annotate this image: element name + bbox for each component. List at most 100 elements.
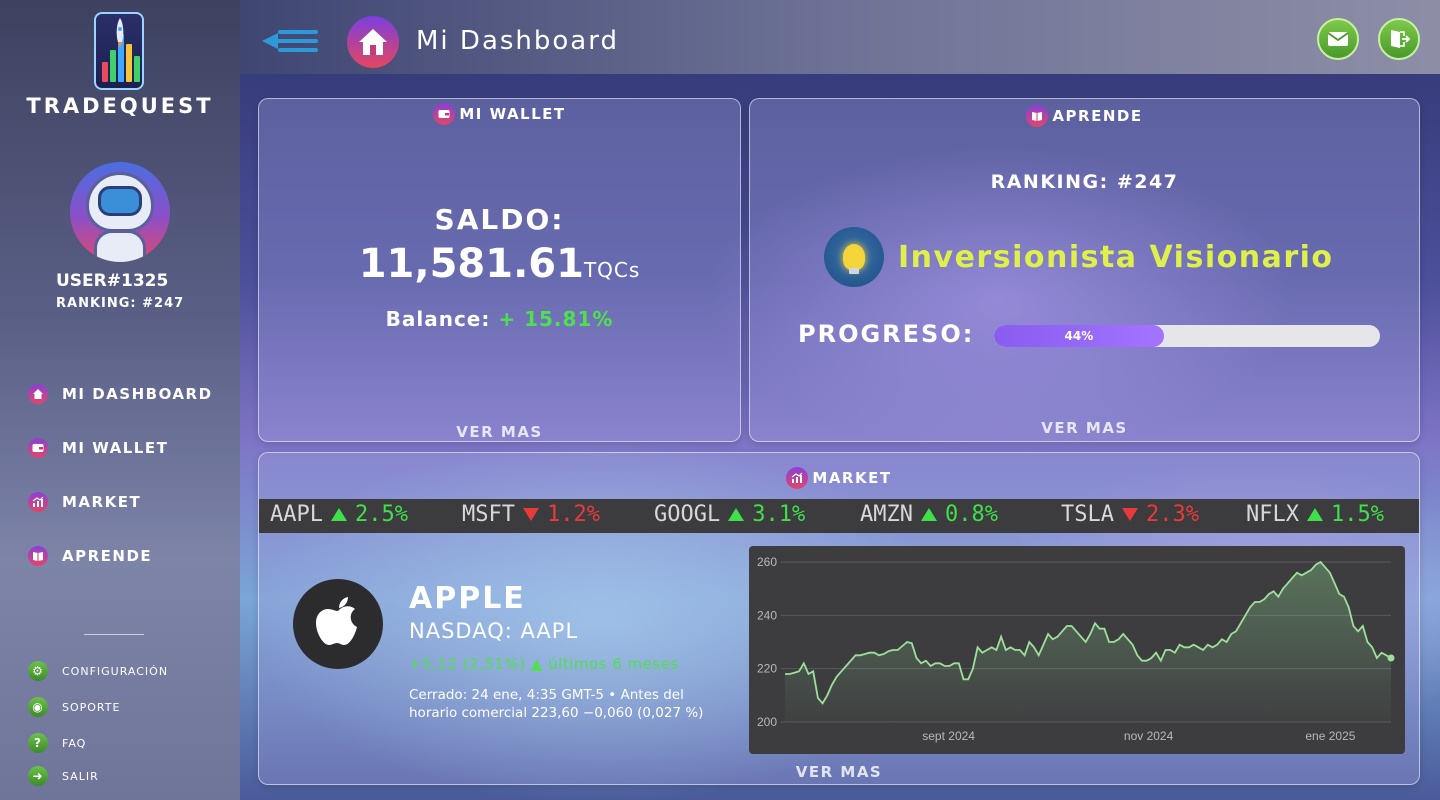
home-icon (28, 384, 48, 404)
chart-y-tick-label: 200 (757, 715, 777, 729)
nav-item-aprende[interactable]: APRENDE (28, 546, 152, 566)
book-icon (28, 546, 48, 566)
arrow-down-icon (522, 508, 539, 521)
balance-label: Balance: (385, 307, 491, 331)
brand-name: TRADEQUEST (26, 94, 214, 118)
arrow-up-icon (330, 508, 347, 521)
saldo-label: SALDO: (434, 203, 565, 236)
avatar-visor (98, 186, 142, 216)
chart-icon (28, 492, 48, 512)
avatar-body (94, 230, 146, 262)
stock-name: APPLE (409, 581, 526, 616)
ticker-item[interactable]: AAPL 2.5% (270, 502, 408, 527)
menu-line (278, 48, 318, 52)
sidebar: TRADEQUEST USER#1325 RANKING: #247 MI DA… (0, 0, 240, 800)
ticker-change: 3.1% (752, 502, 806, 527)
ticker-change: 2.3% (1145, 502, 1199, 527)
rocket-icon (116, 18, 124, 48)
nav-item-label: APRENDE (62, 547, 153, 565)
sidebar-item-label: SOPORTE (62, 700, 121, 714)
home-icon (347, 16, 399, 68)
gear-icon: ⚙ (28, 661, 48, 681)
chart-y-tick-label: 260 (757, 555, 777, 569)
nav-item-market[interactable]: MARKET (28, 492, 141, 512)
tradequest-logo[interactable] (94, 12, 144, 90)
market-card-title: MARKET (812, 469, 892, 487)
mail-button[interactable] (1317, 18, 1359, 60)
market-ver-mas-link[interactable]: VER MAS (259, 763, 1419, 781)
nav-item-label: MARKET (62, 493, 142, 511)
ticker-change: 0.8% (944, 502, 998, 527)
sidebar-item-soporte[interactable]: ◉ SOPORTE (28, 697, 120, 717)
question-icon: ? (28, 733, 48, 753)
stock-chart-svg: 200 220 240 260 sept 2024 nov 2024 ene 2025 (757, 555, 1395, 743)
ticker-symbol: TSLA (1061, 502, 1114, 527)
progress-text: 44% (1064, 329, 1094, 343)
arrow-up-icon (920, 508, 937, 521)
collapse-sidebar-button[interactable] (262, 28, 318, 54)
achievement: Inversionista Visionario (824, 227, 1334, 287)
aprende-card-header: APRENDE (750, 105, 1419, 127)
ticker-item[interactable]: TSLA 2.3% (1061, 502, 1199, 527)
logout-icon: ➜ (28, 766, 48, 786)
sidebar-item-configuracion[interactable]: ⚙ CONFIGURACIÓN (28, 661, 168, 681)
avatar[interactable] (70, 162, 170, 262)
saldo-amount: 11,581.61 (358, 241, 584, 287)
balance: Balance: + 15.81% (259, 307, 740, 331)
apple-logo-icon[interactable] (293, 579, 383, 669)
top-header: Mi Dashboard (240, 0, 1440, 74)
chart-y-tick-label: 240 (757, 608, 777, 622)
ticker-item[interactable]: GOOGL 3.1% (654, 502, 805, 527)
ticker-item[interactable]: AMZN 0.8% (860, 502, 998, 527)
chart-x-tick-label: sept 2024 (922, 729, 975, 743)
ticker-change: 1.5% (1330, 502, 1384, 527)
ticker-symbol: AMZN (860, 502, 913, 527)
nav-item-mi-dashboard[interactable]: MI DASHBOARD (28, 384, 213, 404)
sidebar-item-faq[interactable]: ? FAQ (28, 733, 86, 753)
chart-y-tick-label: 220 (757, 662, 777, 676)
nav-item-label: MI WALLET (62, 439, 169, 457)
progress-label: PROGRESO: (798, 320, 975, 348)
lightbulb-icon (824, 227, 884, 287)
wallet-ver-mas-link[interactable]: VER MAS (259, 423, 740, 441)
balance-value: + 15.81% (498, 307, 614, 331)
ticker-symbol: AAPL (270, 502, 323, 527)
aprende-ranking: RANKING: #247 (990, 171, 1179, 193)
arrow-down-icon (1121, 508, 1138, 521)
menu-line (278, 30, 318, 34)
ticker-change: 1.2% (546, 502, 600, 527)
sidebar-item-salir[interactable]: ➜ SALIR (28, 766, 99, 786)
stock-exchange: NASDAQ: AAPL (409, 619, 579, 643)
book-icon (1026, 105, 1049, 127)
exit-button[interactable] (1378, 18, 1420, 60)
wallet-icon (28, 438, 48, 458)
ticker-change: 2.5% (354, 502, 408, 527)
nav-item-mi-wallet[interactable]: MI WALLET (28, 438, 168, 458)
user-ranking: RANKING: #247 (56, 296, 185, 311)
chart-icon (786, 467, 809, 489)
username: USER#1325 (56, 271, 169, 291)
exit-icon (1391, 30, 1410, 48)
nav-item-label: MI DASHBOARD (62, 385, 213, 403)
page-title: Mi Dashboard (416, 26, 619, 56)
arrow-up-icon (728, 508, 745, 521)
wallet-card-header: MI WALLET (259, 103, 740, 125)
aprende-ver-mas-link[interactable]: VER MAS (750, 419, 1419, 437)
chart-last-point (1387, 654, 1395, 662)
market-card: MARKET AAPL 2.5% MSFT 1.2% GOOGL 3.1% AM… (258, 452, 1420, 785)
ticker-symbol: GOOGL (654, 502, 721, 527)
sidebar-divider (84, 634, 144, 635)
stock-chart[interactable]: 200 220 240 260 sept 2024 nov 2024 ene 2025 (749, 546, 1405, 754)
aprende-card-title: APRENDE (1052, 107, 1143, 125)
ticker-item[interactable]: NFLX 1.5% (1246, 502, 1384, 527)
support-icon: ◉ (28, 697, 48, 717)
stock-change: +5,12 (2,51%) ▲ últimos 6 meses (409, 655, 679, 673)
stock-closed-info: Cerrado: 24 ene, 4:35 GMT-5 • Antes del … (409, 687, 704, 721)
progress-bar: 44% (994, 325, 1380, 347)
chart-x-tick-label: ene 2025 (1305, 729, 1355, 743)
sidebar-item-label: FAQ (62, 736, 87, 750)
mail-icon (1327, 32, 1349, 46)
ticker-item[interactable]: MSFT 1.2% (462, 502, 600, 527)
ticker-symbol: NFLX (1246, 502, 1299, 527)
aprende-card: APRENDE RANKING: #247 Inversionista Visi… (749, 98, 1420, 442)
